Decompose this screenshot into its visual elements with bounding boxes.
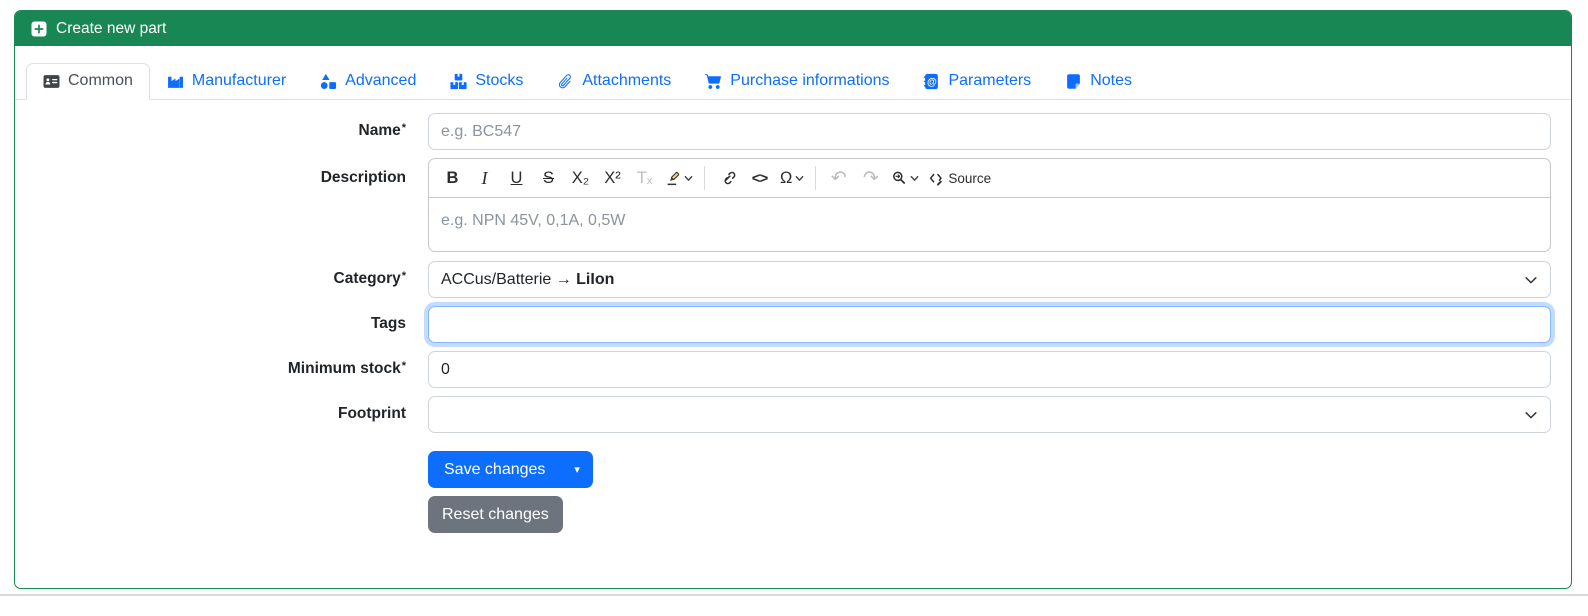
tab-attachments[interactable]: Attachments bbox=[540, 63, 688, 100]
underline-button[interactable]: U bbox=[501, 163, 532, 193]
description-input[interactable]: e.g. NPN 45V, 0,1A, 0,5W bbox=[429, 198, 1550, 251]
category-label: Category* bbox=[333, 270, 406, 288]
paperclip-icon bbox=[559, 73, 572, 88]
tab-label: Attachments bbox=[582, 72, 672, 89]
reset-button[interactable]: Reset changes bbox=[428, 496, 563, 533]
tab-common[interactable]: Common bbox=[26, 63, 150, 100]
tab-label: Stocks bbox=[475, 72, 524, 89]
link-button[interactable] bbox=[712, 163, 743, 193]
code-button[interactable]: <> bbox=[744, 163, 775, 193]
tags-input[interactable] bbox=[428, 306, 1551, 343]
boxes-stacked-icon bbox=[450, 73, 467, 89]
source-label: Source bbox=[948, 170, 992, 186]
tab-label: Purchase informations bbox=[730, 72, 890, 89]
strikethrough-icon: S bbox=[542, 168, 554, 187]
tab-purchase-informations[interactable]: Purchase informations bbox=[688, 63, 906, 100]
chevron-down-icon bbox=[910, 175, 919, 181]
bold-button[interactable]: B bbox=[437, 163, 468, 193]
remove-format-button[interactable]: Tₓ bbox=[629, 163, 660, 193]
page-divider bbox=[0, 594, 1588, 596]
tab-advanced[interactable]: Advanced bbox=[303, 63, 433, 100]
required-marker: * bbox=[401, 270, 406, 283]
superscript-icon: X² bbox=[604, 168, 621, 187]
omega-icon: Ω bbox=[780, 168, 793, 187]
tags-label: Tags bbox=[370, 315, 406, 333]
special-characters-button[interactable]: Ω bbox=[776, 163, 808, 193]
redo-button[interactable]: ↷ bbox=[855, 163, 886, 193]
subscript-icon: X₂ bbox=[571, 168, 590, 187]
name-label: Name* bbox=[358, 122, 407, 140]
redo-icon: ↷ bbox=[862, 167, 879, 189]
undo-icon: ↶ bbox=[830, 167, 847, 189]
address-book-icon: @ bbox=[924, 73, 939, 89]
remove-format-icon: Tₓ bbox=[636, 168, 653, 187]
cart-icon bbox=[705, 73, 722, 89]
tab-label: Advanced bbox=[345, 72, 417, 89]
bold-icon: B bbox=[446, 168, 459, 187]
name-input[interactable] bbox=[428, 113, 1551, 150]
tab-manufacturer[interactable]: Manufacturer bbox=[150, 63, 303, 100]
tab-stocks[interactable]: Stocks bbox=[433, 63, 540, 100]
tab-bar: Common Manufacturer Advanced Stocks Atta… bbox=[15, 63, 1571, 100]
tab-notes[interactable]: Notes bbox=[1048, 63, 1149, 100]
description-editor: B I U S X₂ X² Tₓ <> Ω ↶ ↷ Source e.g. NP… bbox=[428, 158, 1551, 252]
footprint-select[interactable] bbox=[428, 396, 1551, 433]
required-marker: * bbox=[401, 122, 406, 135]
tab-label: Parameters bbox=[948, 72, 1032, 89]
footprint-label: Footprint bbox=[337, 405, 406, 423]
undo-button[interactable]: ↶ bbox=[823, 163, 854, 193]
minimum-stock-input[interactable] bbox=[428, 351, 1551, 388]
italic-icon: I bbox=[481, 167, 488, 188]
factory-icon bbox=[167, 76, 183, 88]
description-label: Description bbox=[320, 169, 406, 186]
strikethrough-button[interactable]: S bbox=[533, 163, 564, 193]
highlight-button[interactable] bbox=[661, 163, 697, 193]
page-title: Create new part bbox=[56, 19, 167, 37]
link-icon bbox=[723, 171, 735, 185]
tab-label: Common bbox=[68, 72, 133, 89]
tab-parameters[interactable]: @ Parameters bbox=[906, 63, 1048, 100]
chevron-down-icon bbox=[795, 175, 804, 181]
chevron-down-icon bbox=[1525, 276, 1537, 283]
plus-square-icon bbox=[31, 21, 47, 36]
svg-text:@: @ bbox=[927, 76, 937, 87]
caret-down-icon: ▾ bbox=[574, 464, 580, 476]
editor-toolbar: B I U S X₂ X² Tₓ <> Ω ↶ ↷ Source bbox=[429, 159, 1550, 198]
save-button[interactable]: Save changes bbox=[428, 451, 562, 488]
toolbar-separator bbox=[704, 166, 705, 190]
underline-icon: U bbox=[510, 168, 523, 187]
source-icon bbox=[930, 173, 943, 186]
shapes-icon bbox=[321, 73, 337, 89]
superscript-button[interactable]: X² bbox=[597, 163, 628, 193]
required-marker: * bbox=[401, 360, 406, 373]
chevron-down-icon bbox=[1525, 411, 1537, 418]
highlight-marker-icon bbox=[667, 171, 680, 186]
code-icon: <> bbox=[751, 169, 769, 187]
category-value: ACCus/Batterie → LiIon bbox=[441, 270, 615, 288]
minimum-stock-label: Minimum stock* bbox=[287, 360, 406, 378]
id-card-icon bbox=[43, 74, 60, 88]
save-dropdown-toggle[interactable]: ▾ bbox=[561, 451, 593, 488]
save-button-group: Save changes ▾ bbox=[428, 451, 593, 488]
source-button[interactable]: Source bbox=[924, 163, 995, 193]
chevron-down-icon bbox=[684, 175, 693, 181]
tab-label: Manufacturer bbox=[191, 72, 287, 89]
category-select[interactable]: ACCus/Batterie → LiIon bbox=[428, 261, 1551, 298]
tab-label: Notes bbox=[1090, 72, 1132, 89]
italic-button[interactable]: I bbox=[469, 163, 500, 193]
sticky-note-icon bbox=[1067, 73, 1081, 89]
subscript-button[interactable]: X₂ bbox=[565, 163, 596, 193]
find-replace-button[interactable] bbox=[887, 163, 923, 193]
find-replace-icon bbox=[893, 171, 906, 184]
create-part-card: Create new part Common Manufacturer Adva… bbox=[14, 10, 1572, 589]
toolbar-separator bbox=[815, 166, 817, 190]
card-header: Create new part bbox=[15, 11, 1571, 46]
description-placeholder: e.g. NPN 45V, 0,1A, 0,5W bbox=[441, 212, 626, 229]
